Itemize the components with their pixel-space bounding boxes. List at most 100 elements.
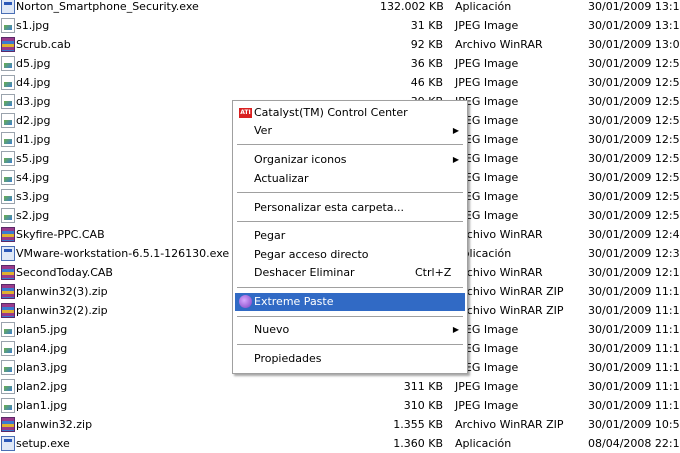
menu-item-label: Pegar [254, 229, 286, 242]
jpeg-file-icon [1, 94, 15, 109]
file-date: 30/01/2009 11:18 [588, 304, 680, 317]
file-size: 46 KB [410, 76, 443, 89]
jpeg-file-icon [1, 189, 15, 204]
menu-item-label: Organizar iconos [254, 153, 347, 166]
file-row[interactable]: s1.jpg 31 KB JPEG Image 30/01/2009 13:17 [0, 16, 680, 35]
file-row[interactable]: d4.jpg 46 KB JPEG Image 30/01/2009 12:57 [0, 73, 680, 92]
menu-item-extreme-paste[interactable]: Extreme Paste [235, 293, 465, 311]
file-type: JPEG Image [455, 380, 519, 393]
file-name: plan3.jpg [16, 361, 68, 374]
menu-item-catalyst[interactable]: ATI Catalyst(TM) Control Center [235, 104, 465, 122]
file-name: d2.jpg [16, 114, 51, 127]
file-type: JPEG Image [455, 57, 519, 70]
file-size: 311 KB [403, 380, 443, 393]
file-date: 30/01/2009 12:56 [588, 190, 680, 203]
menu-item-deshacer-eliminar[interactable]: Deshacer Eliminar Ctrl+Z [235, 264, 465, 282]
file-name: s4.jpg [16, 171, 50, 184]
file-name: Skyfire-PPC.CAB [16, 228, 105, 241]
application-icon [1, 0, 15, 14]
menu-item-label: Propiedades [254, 352, 322, 365]
menu-separator [237, 192, 463, 193]
jpeg-file-icon [1, 341, 15, 356]
submenu-arrow-icon: ▶ [452, 155, 459, 164]
file-row[interactable]: setup.exe 1.360 KB Aplicación 08/04/2008 22… [0, 434, 680, 453]
jpeg-file-icon [1, 398, 15, 413]
jpeg-file-icon [1, 132, 15, 147]
file-name: planwin32.zip [16, 418, 93, 431]
file-name: SecondToday.CAB [16, 266, 113, 279]
file-type: JPEG Image [455, 19, 519, 32]
file-date: 30/01/2009 11:18 [588, 285, 680, 298]
menu-item-personalizar[interactable]: Personalizar esta carpeta... [235, 199, 465, 217]
file-row[interactable]: d5.jpg 36 KB JPEG Image 30/01/2009 12:57 [0, 54, 680, 73]
file-type: Aplicación [455, 0, 512, 13]
winrar-archive-icon [1, 417, 15, 432]
jpeg-file-icon [1, 379, 15, 394]
file-name: d1.jpg [16, 133, 51, 146]
file-date: 30/01/2009 13:17 [588, 19, 680, 32]
jpeg-file-icon [1, 113, 15, 128]
menu-item-label: Pegar acceso directo [254, 248, 369, 261]
file-type: Archivo WinRAR ZIP [455, 304, 564, 317]
file-date: 30/01/2009 12:44 [588, 228, 680, 241]
file-date: 30/01/2009 12:57 [588, 95, 680, 108]
file-name: d3.jpg [16, 95, 51, 108]
context-menu: ATI Catalyst(TM) Control Center Ver ▶ Or… [232, 100, 468, 374]
menu-item-label: Deshacer Eliminar [254, 266, 355, 279]
menu-item-pegar[interactable]: Pegar [235, 227, 465, 245]
menu-item-label: Catalyst(TM) Control Center [254, 106, 408, 119]
file-type: Archivo WinRAR [455, 228, 543, 241]
file-row[interactable]: plan1.jpg 310 KB JPEG Image 30/01/2009 11:1 [0, 396, 680, 415]
file-name: Norton_Smartphone_Security.exe [16, 0, 199, 13]
extreme-paste-icon [239, 295, 252, 308]
file-type: Archivo WinRAR ZIP [455, 285, 564, 298]
file-row[interactable]: plan2.jpg 311 KB JPEG Image 30/01/2009 11:1 [0, 377, 680, 396]
jpeg-file-icon [1, 170, 15, 185]
file-row[interactable]: Norton_Smartphone_Security.exe 132.002 KB… [0, 0, 680, 16]
file-size: 92 KB [410, 38, 443, 51]
application-icon [1, 436, 15, 451]
menu-item-organizar-iconos[interactable]: Organizar iconos ▶ [235, 151, 465, 169]
file-name: plan1.jpg [16, 399, 68, 412]
file-name: s5.jpg [16, 152, 50, 165]
file-date: 30/01/2009 12:39 [588, 247, 680, 260]
winrar-archive-icon [1, 265, 15, 280]
file-name: s3.jpg [16, 190, 50, 203]
file-name: plan2.jpg [16, 380, 68, 393]
file-date: 30/01/2009 13:00 [588, 38, 680, 51]
file-date: 30/01/2009 13:18 [588, 0, 680, 13]
winrar-archive-icon [1, 37, 15, 52]
file-type: Archivo WinRAR [455, 38, 543, 51]
shortcut-label: Ctrl+Z [415, 266, 452, 279]
application-icon [1, 246, 15, 261]
file-date: 30/01/2009 12:56 [588, 152, 680, 165]
menu-item-label: Extreme Paste [254, 295, 334, 308]
file-name: setup.exe [16, 437, 70, 450]
file-type: Aplicación [455, 437, 512, 450]
menu-item-pegar-acceso-directo[interactable]: Pegar acceso directo [235, 246, 465, 264]
menu-item-nuevo[interactable]: Nuevo ▶ [235, 321, 465, 339]
file-size: 1.355 KB [393, 418, 443, 431]
menu-item-propiedades[interactable]: Propiedades [235, 350, 465, 368]
menu-separator [237, 344, 463, 345]
winrar-archive-icon [1, 303, 15, 318]
file-date: 30/01/2009 11:1 [588, 361, 680, 374]
file-size: 1.360 KB [393, 437, 443, 450]
file-date: 30/01/2009 12:56 [588, 133, 680, 146]
file-date: 30/01/2009 11:12 [588, 323, 680, 336]
file-date: 30/01/2009 11:12 [588, 342, 680, 355]
menu-separator [237, 144, 463, 145]
jpeg-file-icon [1, 322, 15, 337]
jpeg-file-icon [1, 56, 15, 71]
file-row[interactable]: planwin32.zip 1.355 KB Archivo WinRAR ZIP 3… [0, 415, 680, 434]
file-name: VMware-workstation-6.5.1-126130.exe [16, 247, 230, 260]
ati-logo-icon: ATI [239, 108, 252, 118]
file-date: 30/01/2009 12:57 [588, 114, 680, 127]
menu-item-actualizar[interactable]: Actualizar [235, 170, 465, 188]
menu-item-label: Nuevo [254, 323, 290, 336]
file-type: JPEG Image [455, 76, 519, 89]
jpeg-file-icon [1, 208, 15, 223]
menu-item-ver[interactable]: Ver ▶ [235, 122, 465, 140]
file-name: plan4.jpg [16, 342, 68, 355]
file-row[interactable]: Scrub.cab 92 KB Archivo WinRAR 30/01/2009 1… [0, 35, 680, 54]
